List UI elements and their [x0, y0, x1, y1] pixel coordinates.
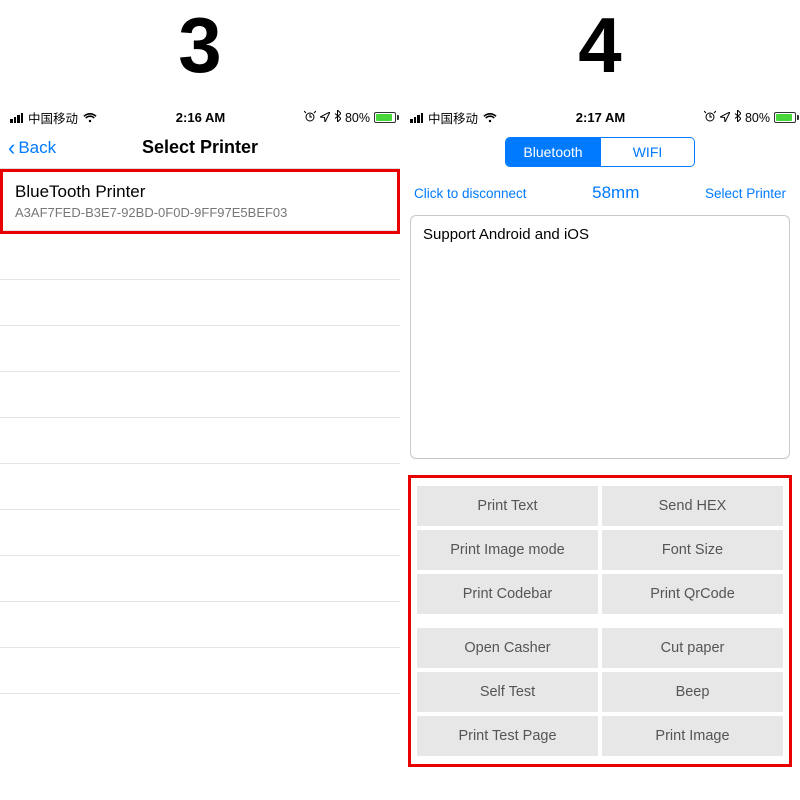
text-input[interactable]: Support Android and iOS	[410, 215, 790, 459]
signal-icon	[410, 113, 423, 123]
back-button[interactable]: ‹ Back	[8, 138, 56, 158]
carrier-label: 中国移动	[28, 108, 78, 127]
label-4: 4	[400, 0, 800, 104]
printer-name: BlueTooth Printer	[15, 182, 385, 202]
location-icon	[320, 111, 330, 125]
self-test-button[interactable]: Self Test	[417, 672, 598, 712]
printer-uuid: A3AF7FED-B3E7-92BD-0F0D-9FF97E5BEF03	[15, 205, 385, 220]
clock: 2:16 AM	[176, 110, 225, 125]
label-3: 3	[0, 0, 400, 104]
print-test-page-button[interactable]: Print Test Page	[417, 716, 598, 756]
bluetooth-icon	[334, 110, 341, 125]
cut-paper-button[interactable]: Cut paper	[602, 628, 783, 668]
page-title: Select Printer	[142, 137, 258, 158]
list-item	[0, 602, 400, 648]
open-casher-button[interactable]: Open Casher	[417, 628, 598, 668]
highlight-box: Print Text Send HEX Print Image mode Fon…	[408, 475, 792, 767]
print-image-button[interactable]: Print Image	[602, 716, 783, 756]
printer-row[interactable]: BlueTooth Printer A3AF7FED-B3E7-92BD-0F0…	[3, 172, 397, 231]
carrier-label: 中国移动	[428, 108, 478, 127]
battery-icon	[374, 112, 390, 123]
location-icon	[720, 111, 730, 125]
print-text-button[interactable]: Print Text	[417, 486, 598, 526]
list-item	[0, 510, 400, 556]
signal-icon	[10, 113, 23, 123]
battery-pct: 80%	[745, 111, 770, 125]
highlight-box: BlueTooth Printer A3AF7FED-B3E7-92BD-0F0…	[0, 169, 400, 234]
link-row: Click to disconnect 58mm Select Printer	[400, 175, 800, 211]
list-item	[0, 326, 400, 372]
wifi-icon	[83, 113, 97, 123]
battery-pct: 80%	[345, 111, 370, 125]
list-item	[0, 280, 400, 326]
list-item	[0, 418, 400, 464]
seg-bluetooth[interactable]: Bluetooth	[506, 138, 600, 166]
list-item	[0, 464, 400, 510]
send-hex-button[interactable]: Send HEX	[602, 486, 783, 526]
wifi-icon	[483, 113, 497, 123]
select-printer-link[interactable]: Select Printer	[705, 186, 786, 201]
nav-bar: ‹ Back Select Printer	[0, 129, 400, 168]
paper-size-link[interactable]: 58mm	[592, 183, 639, 203]
screenshot-4: 4 中国移动 2:17 AM 80%	[400, 0, 800, 775]
font-size-button[interactable]: Font Size	[602, 530, 783, 570]
list-item	[0, 648, 400, 694]
status-bar: 中国移动 2:17 AM 80%	[400, 104, 800, 129]
segmented-control: Bluetooth WIFI	[400, 129, 800, 175]
print-image-mode-button[interactable]: Print Image mode	[417, 530, 598, 570]
list-item	[0, 556, 400, 602]
screenshot-3: 3 中国移动 2:16 AM 80%	[0, 0, 400, 775]
list-item	[0, 372, 400, 418]
clock: 2:17 AM	[576, 110, 625, 125]
print-qrcode-button[interactable]: Print QrCode	[602, 574, 783, 614]
print-codebar-button[interactable]: Print Codebar	[417, 574, 598, 614]
seg-wifi[interactable]: WIFI	[600, 138, 694, 166]
list-item	[0, 234, 400, 280]
beep-button[interactable]: Beep	[602, 672, 783, 712]
battery-icon	[774, 112, 790, 123]
alarm-icon	[304, 110, 316, 125]
status-bar: 中国移动 2:16 AM 80%	[0, 104, 400, 129]
alarm-icon	[704, 110, 716, 125]
back-label: Back	[18, 138, 56, 158]
printer-list: BlueTooth Printer A3AF7FED-B3E7-92BD-0F0…	[0, 168, 400, 694]
disconnect-link[interactable]: Click to disconnect	[414, 186, 527, 201]
action-grid: Print Text Send HEX Print Image mode Fon…	[417, 486, 783, 756]
bluetooth-icon	[734, 110, 741, 125]
